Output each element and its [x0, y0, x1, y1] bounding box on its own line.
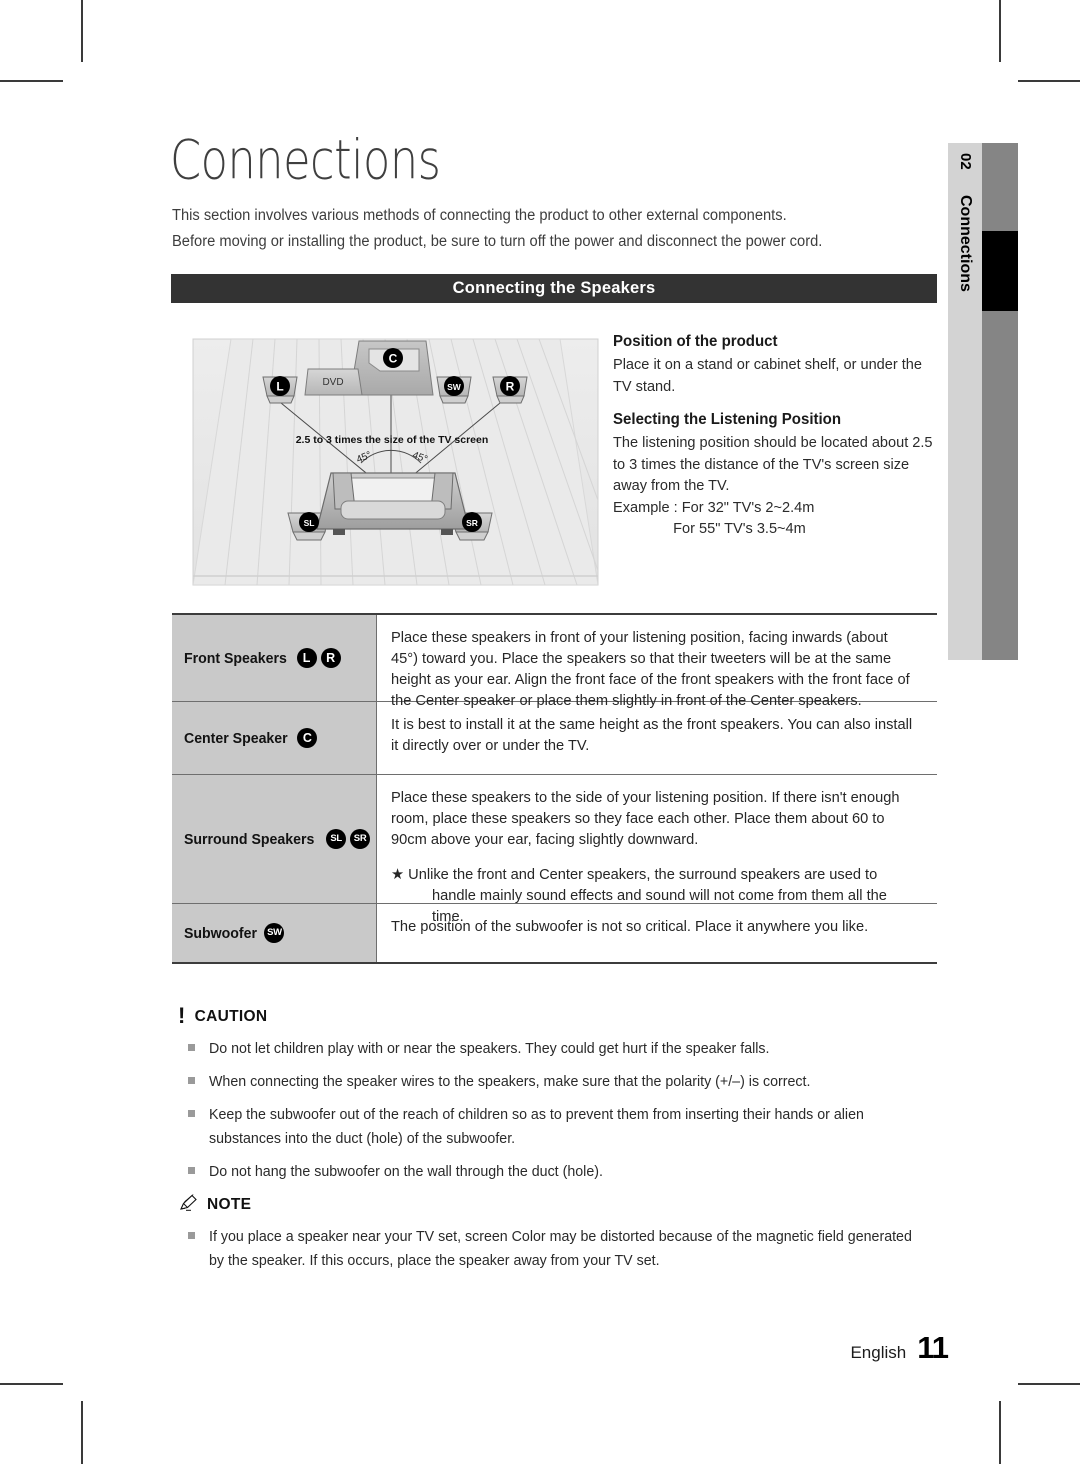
section-header-bar: Connecting the Speakers: [171, 274, 937, 303]
subwoofer-label: Subwoofer: [184, 924, 257, 942]
note-block: NOTE If you place a speaker near your TV…: [178, 1194, 948, 1273]
badge-SR: SR: [350, 829, 371, 849]
list-item: Keep the subwoofer out of the reach of c…: [178, 1103, 948, 1151]
diagram-badge-SW: SW: [444, 376, 464, 396]
caution-title: CAUTION: [194, 1008, 268, 1025]
caution-item-1: Do not let children play with or near th…: [209, 1041, 770, 1057]
badge-R: R: [320, 648, 341, 668]
table-row-body-center-speaker: It is best to install it at the same hei…: [377, 702, 937, 774]
note-heading: NOTE: [178, 1194, 948, 1216]
table-row-label-center-speaker: Center Speaker C: [172, 702, 377, 774]
position-of-product-heading: Position of the product: [613, 333, 778, 350]
badge-SW: SW: [264, 923, 285, 943]
svg-text:SW: SW: [447, 382, 462, 392]
speaker-placement-diagram: DVD L C SW R SL SR 2.5 to 3 times the si…: [183, 333, 608, 591]
diagram-svg: DVD L C SW R SL SR 2.5 to 3 times the si…: [192, 338, 599, 586]
svg-text:R: R: [506, 380, 515, 394]
table-row-body-front-speakers: Place these speakers in front of your li…: [377, 615, 937, 709]
note-item-1: If you place a speaker near your TV set,…: [209, 1228, 912, 1269]
chapter-intro-line-2: Before moving or installing the product,…: [172, 233, 823, 250]
front-speakers-label: Front Speakers: [184, 649, 287, 667]
manual-page: 02 Connections Connections This section …: [0, 0, 1080, 1464]
placement-instructions: Position of the product Place it on a st…: [613, 333, 943, 540]
speaker-placement-table: Front Speakers L R Place these speakers …: [172, 613, 937, 964]
svg-text:SR: SR: [466, 518, 478, 528]
surround-star-note-lead: ★ Unlike the front and Center speakers, …: [391, 866, 878, 883]
caution-item-2: When connecting the speaker wires to the…: [209, 1074, 811, 1090]
table-row-label-subwoofer: Subwoofer SW: [172, 904, 377, 962]
listening-example-line-1: Example : For 32" TV's 2~2.4m: [613, 498, 815, 516]
diagram-badge-C: C: [383, 348, 403, 368]
table-row-label-front-speakers: Front Speakers L R: [172, 615, 377, 701]
bullet-square-icon: [188, 1077, 195, 1084]
side-tab-dark-strip: [982, 143, 1018, 660]
bullet-square-icon: [188, 1044, 195, 1051]
note-title: NOTE: [207, 1195, 252, 1213]
bullet-square-icon: [188, 1231, 195, 1239]
side-tab-text-group: 02 Connections: [948, 143, 982, 660]
badge-C: C: [297, 728, 318, 748]
table-row: Front Speakers L R Place these speakers …: [172, 613, 937, 709]
chapter-intro-line-1: This section involves various methods of…: [172, 207, 787, 224]
caution-heading: ! CAUTION: [178, 1003, 948, 1028]
diagram-badge-SR: SR: [462, 512, 482, 532]
bullet-square-icon: [188, 1167, 195, 1174]
list-item: Do not hang the subwoofer on the wall th…: [178, 1160, 948, 1184]
table-row: Surround Speakers SL SR Place these spea…: [172, 775, 937, 925]
footer-language: English: [850, 1343, 907, 1362]
surround-speakers-label: Surround Speakers: [184, 830, 315, 848]
chapter-intro: This section involves various methods of…: [172, 203, 930, 255]
diagram-distance-caption: 2.5 to 3 times the size of the TV screen: [296, 434, 489, 446]
side-tab-chapter-label: Connections: [957, 195, 974, 292]
listening-position-body: The listening position should be located…: [613, 432, 933, 540]
exclamation-icon: !: [178, 1003, 186, 1028]
center-speaker-description: It is best to install it at the same hei…: [391, 716, 913, 754]
list-item: Do not let children play with or near th…: [178, 1037, 948, 1061]
table-row: Center Speaker C It is best to install i…: [172, 702, 937, 775]
listening-position-heading: Selecting the Listening Position: [613, 411, 842, 428]
caution-block: ! CAUTION Do not let children play with …: [178, 1003, 948, 1184]
position-of-product-body: Place it on a stand or cabinet shelf, or…: [613, 356, 922, 395]
pencil-icon: [178, 1194, 198, 1216]
center-speaker-label: Center Speaker: [184, 729, 288, 747]
dvd-label: DVD: [322, 377, 343, 388]
table-row-body-surround-speakers: Place these speakers to the side of your…: [377, 775, 937, 925]
footer-page-number: 11: [917, 1330, 949, 1365]
side-tab-chapter-marker: [982, 231, 1018, 311]
page-title: Connections: [170, 128, 441, 192]
section-header-label: Connecting the Speakers: [452, 279, 656, 297]
svg-text:L: L: [276, 380, 283, 394]
table-row-label-surround-speakers: Surround Speakers SL SR: [172, 775, 377, 903]
subwoofer-description: The position of the subwoofer is not so …: [391, 918, 869, 935]
caution-item-3: Keep the subwoofer out of the reach of c…: [209, 1107, 864, 1147]
surround-speakers-description: Place these speakers to the side of your…: [391, 789, 900, 848]
caution-item-4: Do not hang the subwoofer on the wall th…: [209, 1164, 603, 1180]
list-item: When connecting the speaker wires to the…: [178, 1070, 948, 1094]
svg-text:SL: SL: [304, 518, 315, 528]
side-tab-chapter-number: 02: [957, 153, 974, 170]
front-speakers-description: Place these speakers in front of your li…: [391, 629, 910, 709]
badge-L: L: [296, 648, 317, 668]
diagram-badge-SL: SL: [299, 512, 319, 532]
badge-SL: SL: [326, 829, 347, 849]
chapter-side-tab: 02 Connections: [948, 143, 1018, 660]
listening-position-text: The listening position should be located…: [613, 434, 933, 494]
listening-example-line-2: For 55" TV's 3.5~4m: [673, 520, 806, 537]
svg-text:C: C: [389, 352, 398, 366]
bullet-square-icon: [188, 1110, 195, 1117]
page-footer: English 11: [850, 1330, 949, 1366]
diagram-badge-R: R: [500, 376, 520, 396]
diagram-badge-L: L: [270, 376, 290, 396]
list-item: If you place a speaker near your TV set,…: [178, 1225, 948, 1273]
